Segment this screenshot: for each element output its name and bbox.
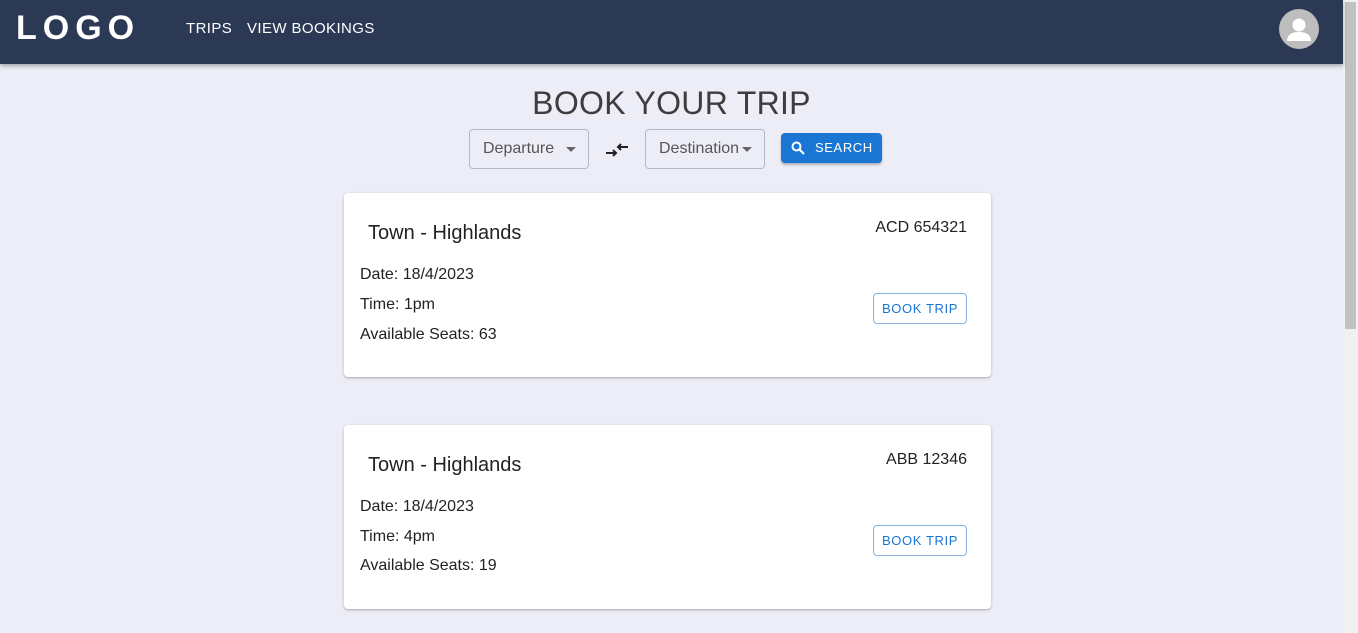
destination-label: Destination (659, 140, 740, 157)
search-button[interactable]: SEARCH (781, 133, 882, 163)
scrollbar-thumb[interactable] (1345, 2, 1356, 329)
departure-select[interactable]: Departure (469, 129, 589, 169)
trip-card: Town - Highlands ACD 654321 Date: 18/4/2… (344, 193, 991, 377)
trip-time: Time: 1pm (360, 296, 435, 313)
book-trip-button[interactable]: BOOK TRIP (873, 293, 967, 324)
swap-arrows-icon (606, 143, 628, 157)
trip-route: Town - Highlands (368, 222, 522, 244)
user-avatar-button[interactable] (1279, 9, 1319, 49)
logo[interactable]: LOGO (16, 10, 140, 46)
search-icon (791, 141, 805, 155)
trip-seats: Available Seats: 19 (360, 557, 497, 574)
search-button-label: SEARCH (815, 140, 873, 155)
departure-label: Departure (483, 140, 555, 157)
trip-seats: Available Seats: 63 (360, 326, 497, 343)
trip-date: Date: 18/4/2023 (360, 498, 474, 515)
nav-trips[interactable]: TRIPS (186, 20, 232, 38)
trip-card: Town - Highlands ABB 12346 Date: 18/4/20… (344, 425, 991, 609)
destination-select[interactable]: Destination (645, 129, 765, 169)
trip-code: ACD 654321 (875, 219, 967, 236)
account-icon (1287, 18, 1311, 41)
book-trip-button[interactable]: BOOK TRIP (873, 525, 967, 556)
swap-locations-button[interactable] (604, 140, 630, 160)
trip-code: ABB 12346 (886, 451, 967, 468)
caret-down-icon (566, 147, 576, 152)
trip-time: Time: 4pm (360, 528, 435, 545)
app-bar: LOGO TRIPS VIEW BOOKINGS (0, 0, 1343, 64)
nav-view-bookings[interactable]: VIEW BOOKINGS (247, 20, 375, 38)
trip-date: Date: 18/4/2023 (360, 266, 474, 283)
page-title: BOOK YOUR TRIP (532, 85, 811, 121)
caret-down-icon (742, 147, 752, 152)
trip-route: Town - Highlands (368, 454, 522, 476)
